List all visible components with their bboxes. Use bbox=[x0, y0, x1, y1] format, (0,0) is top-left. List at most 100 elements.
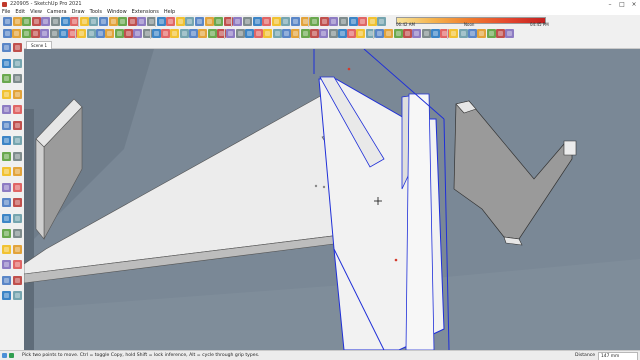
axes-icon[interactable] bbox=[214, 17, 224, 26]
style-icon[interactable] bbox=[328, 29, 338, 38]
previous-icon[interactable] bbox=[271, 17, 281, 26]
sandbox-icon[interactable] bbox=[13, 291, 22, 300]
select-icon[interactable] bbox=[99, 17, 108, 26]
component-icon[interactable] bbox=[40, 29, 50, 38]
pan-icon[interactable] bbox=[243, 17, 252, 26]
dimension-icon[interactable] bbox=[13, 182, 22, 192]
new-icon[interactable] bbox=[339, 17, 348, 26]
rotated-rectangle-icon[interactable] bbox=[13, 89, 22, 99]
line-icon[interactable] bbox=[118, 17, 128, 26]
tape-icon[interactable] bbox=[133, 29, 143, 38]
model-viewport[interactable] bbox=[24, 49, 640, 350]
text-icon[interactable] bbox=[204, 17, 214, 26]
undo-icon[interactable] bbox=[254, 29, 264, 38]
paint-icon[interactable] bbox=[13, 58, 22, 68]
open-icon[interactable] bbox=[12, 17, 22, 26]
move-grip-point-2[interactable] bbox=[394, 258, 398, 262]
component-icon[interactable] bbox=[13, 43, 22, 52]
text-icon[interactable] bbox=[13, 198, 22, 207]
new-icon[interactable] bbox=[3, 17, 12, 26]
orbit-icon[interactable] bbox=[2, 229, 11, 238]
paste-icon[interactable] bbox=[272, 29, 282, 38]
menu-file[interactable]: File bbox=[2, 9, 10, 15]
scale-icon[interactable] bbox=[2, 167, 11, 176]
maximize-icon[interactable]: □ bbox=[616, 0, 628, 8]
tape-icon[interactable] bbox=[458, 29, 468, 38]
save-icon[interactable] bbox=[22, 17, 32, 26]
style-icon[interactable] bbox=[3, 29, 12, 38]
tape-icon[interactable] bbox=[2, 182, 11, 192]
zoom-icon[interactable] bbox=[252, 17, 262, 26]
menu-window[interactable]: Window bbox=[107, 9, 127, 15]
minimize-icon[interactable]: – bbox=[604, 0, 616, 8]
style-icon[interactable] bbox=[329, 17, 339, 26]
line-icon[interactable] bbox=[2, 74, 11, 83]
tape-icon[interactable] bbox=[195, 17, 204, 26]
bracket-piece-face[interactable] bbox=[453, 100, 573, 240]
new-icon[interactable] bbox=[319, 29, 329, 38]
erase-icon[interactable] bbox=[60, 17, 70, 26]
pushpull-icon[interactable] bbox=[505, 29, 515, 38]
menu-help[interactable]: Help bbox=[164, 9, 175, 15]
cut-icon[interactable] bbox=[31, 17, 41, 26]
menu-draw[interactable]: Draw bbox=[72, 9, 85, 15]
3d-text-icon[interactable] bbox=[13, 213, 22, 223]
rotate-icon[interactable] bbox=[166, 17, 176, 26]
select-icon[interactable] bbox=[2, 43, 11, 52]
menu-extensions[interactable]: Extensions bbox=[132, 9, 159, 15]
extension-icon[interactable] bbox=[347, 29, 357, 38]
text-icon[interactable] bbox=[449, 29, 459, 38]
zoom-extents-icon[interactable] bbox=[393, 29, 403, 38]
close-icon[interactable]: × bbox=[628, 0, 640, 8]
pan-icon[interactable] bbox=[412, 29, 422, 38]
protractor-icon[interactable] bbox=[2, 198, 11, 207]
warehouse-icon[interactable] bbox=[356, 29, 366, 38]
component-icon[interactable] bbox=[291, 17, 300, 26]
menu-edit[interactable]: Edit bbox=[15, 9, 25, 15]
orbit-icon[interactable] bbox=[96, 29, 105, 38]
menu-view[interactable]: View bbox=[30, 9, 42, 15]
zoom-icon[interactable] bbox=[2, 244, 11, 254]
cut-icon[interactable] bbox=[367, 17, 377, 26]
offset-icon[interactable] bbox=[468, 29, 477, 38]
zoom-window-icon[interactable] bbox=[13, 244, 22, 254]
pie-icon[interactable] bbox=[13, 120, 22, 130]
zoom-icon[interactable] bbox=[77, 29, 87, 38]
next-icon[interactable] bbox=[375, 29, 384, 38]
previous-icon[interactable] bbox=[58, 29, 68, 38]
pan-icon[interactable] bbox=[13, 229, 22, 238]
arc-icon[interactable] bbox=[127, 17, 137, 26]
open-icon[interactable] bbox=[348, 17, 358, 26]
move-icon[interactable] bbox=[156, 17, 166, 26]
move-icon[interactable] bbox=[2, 136, 11, 145]
shadow-icon[interactable] bbox=[337, 29, 347, 38]
paint-icon[interactable] bbox=[105, 29, 115, 38]
geo-location-icon[interactable] bbox=[2, 353, 7, 358]
redo-icon[interactable] bbox=[79, 17, 89, 26]
shadow-icon[interactable] bbox=[12, 29, 22, 38]
pushpull-icon[interactable] bbox=[179, 29, 189, 38]
move-grip-point[interactable] bbox=[347, 67, 351, 71]
next-icon[interactable] bbox=[281, 17, 291, 26]
rotate-icon[interactable] bbox=[2, 151, 11, 161]
scene-tab-1[interactable]: Scene 1 bbox=[26, 41, 53, 49]
rotate-icon[interactable] bbox=[486, 29, 496, 38]
pan-icon[interactable] bbox=[86, 29, 96, 38]
eraser-icon[interactable] bbox=[108, 17, 118, 26]
warehouse-icon[interactable] bbox=[30, 29, 40, 38]
previous-icon[interactable] bbox=[384, 29, 394, 38]
rectangle-icon[interactable] bbox=[2, 89, 11, 99]
model-scene[interactable] bbox=[24, 49, 640, 350]
menu-tools[interactable]: Tools bbox=[90, 9, 102, 15]
circle-icon[interactable] bbox=[2, 105, 11, 114]
erase-icon[interactable] bbox=[263, 29, 273, 38]
save-icon[interactable] bbox=[358, 17, 368, 26]
save-icon[interactable] bbox=[300, 29, 310, 38]
orbit-icon[interactable] bbox=[233, 17, 243, 26]
measurements-box[interactable]: 147 mm bbox=[598, 352, 638, 360]
axes-icon[interactable] bbox=[114, 29, 124, 38]
copy-icon[interactable] bbox=[377, 17, 387, 26]
freehand-icon[interactable] bbox=[13, 74, 22, 83]
text-icon[interactable] bbox=[123, 29, 133, 38]
extension-icon[interactable] bbox=[21, 29, 31, 38]
